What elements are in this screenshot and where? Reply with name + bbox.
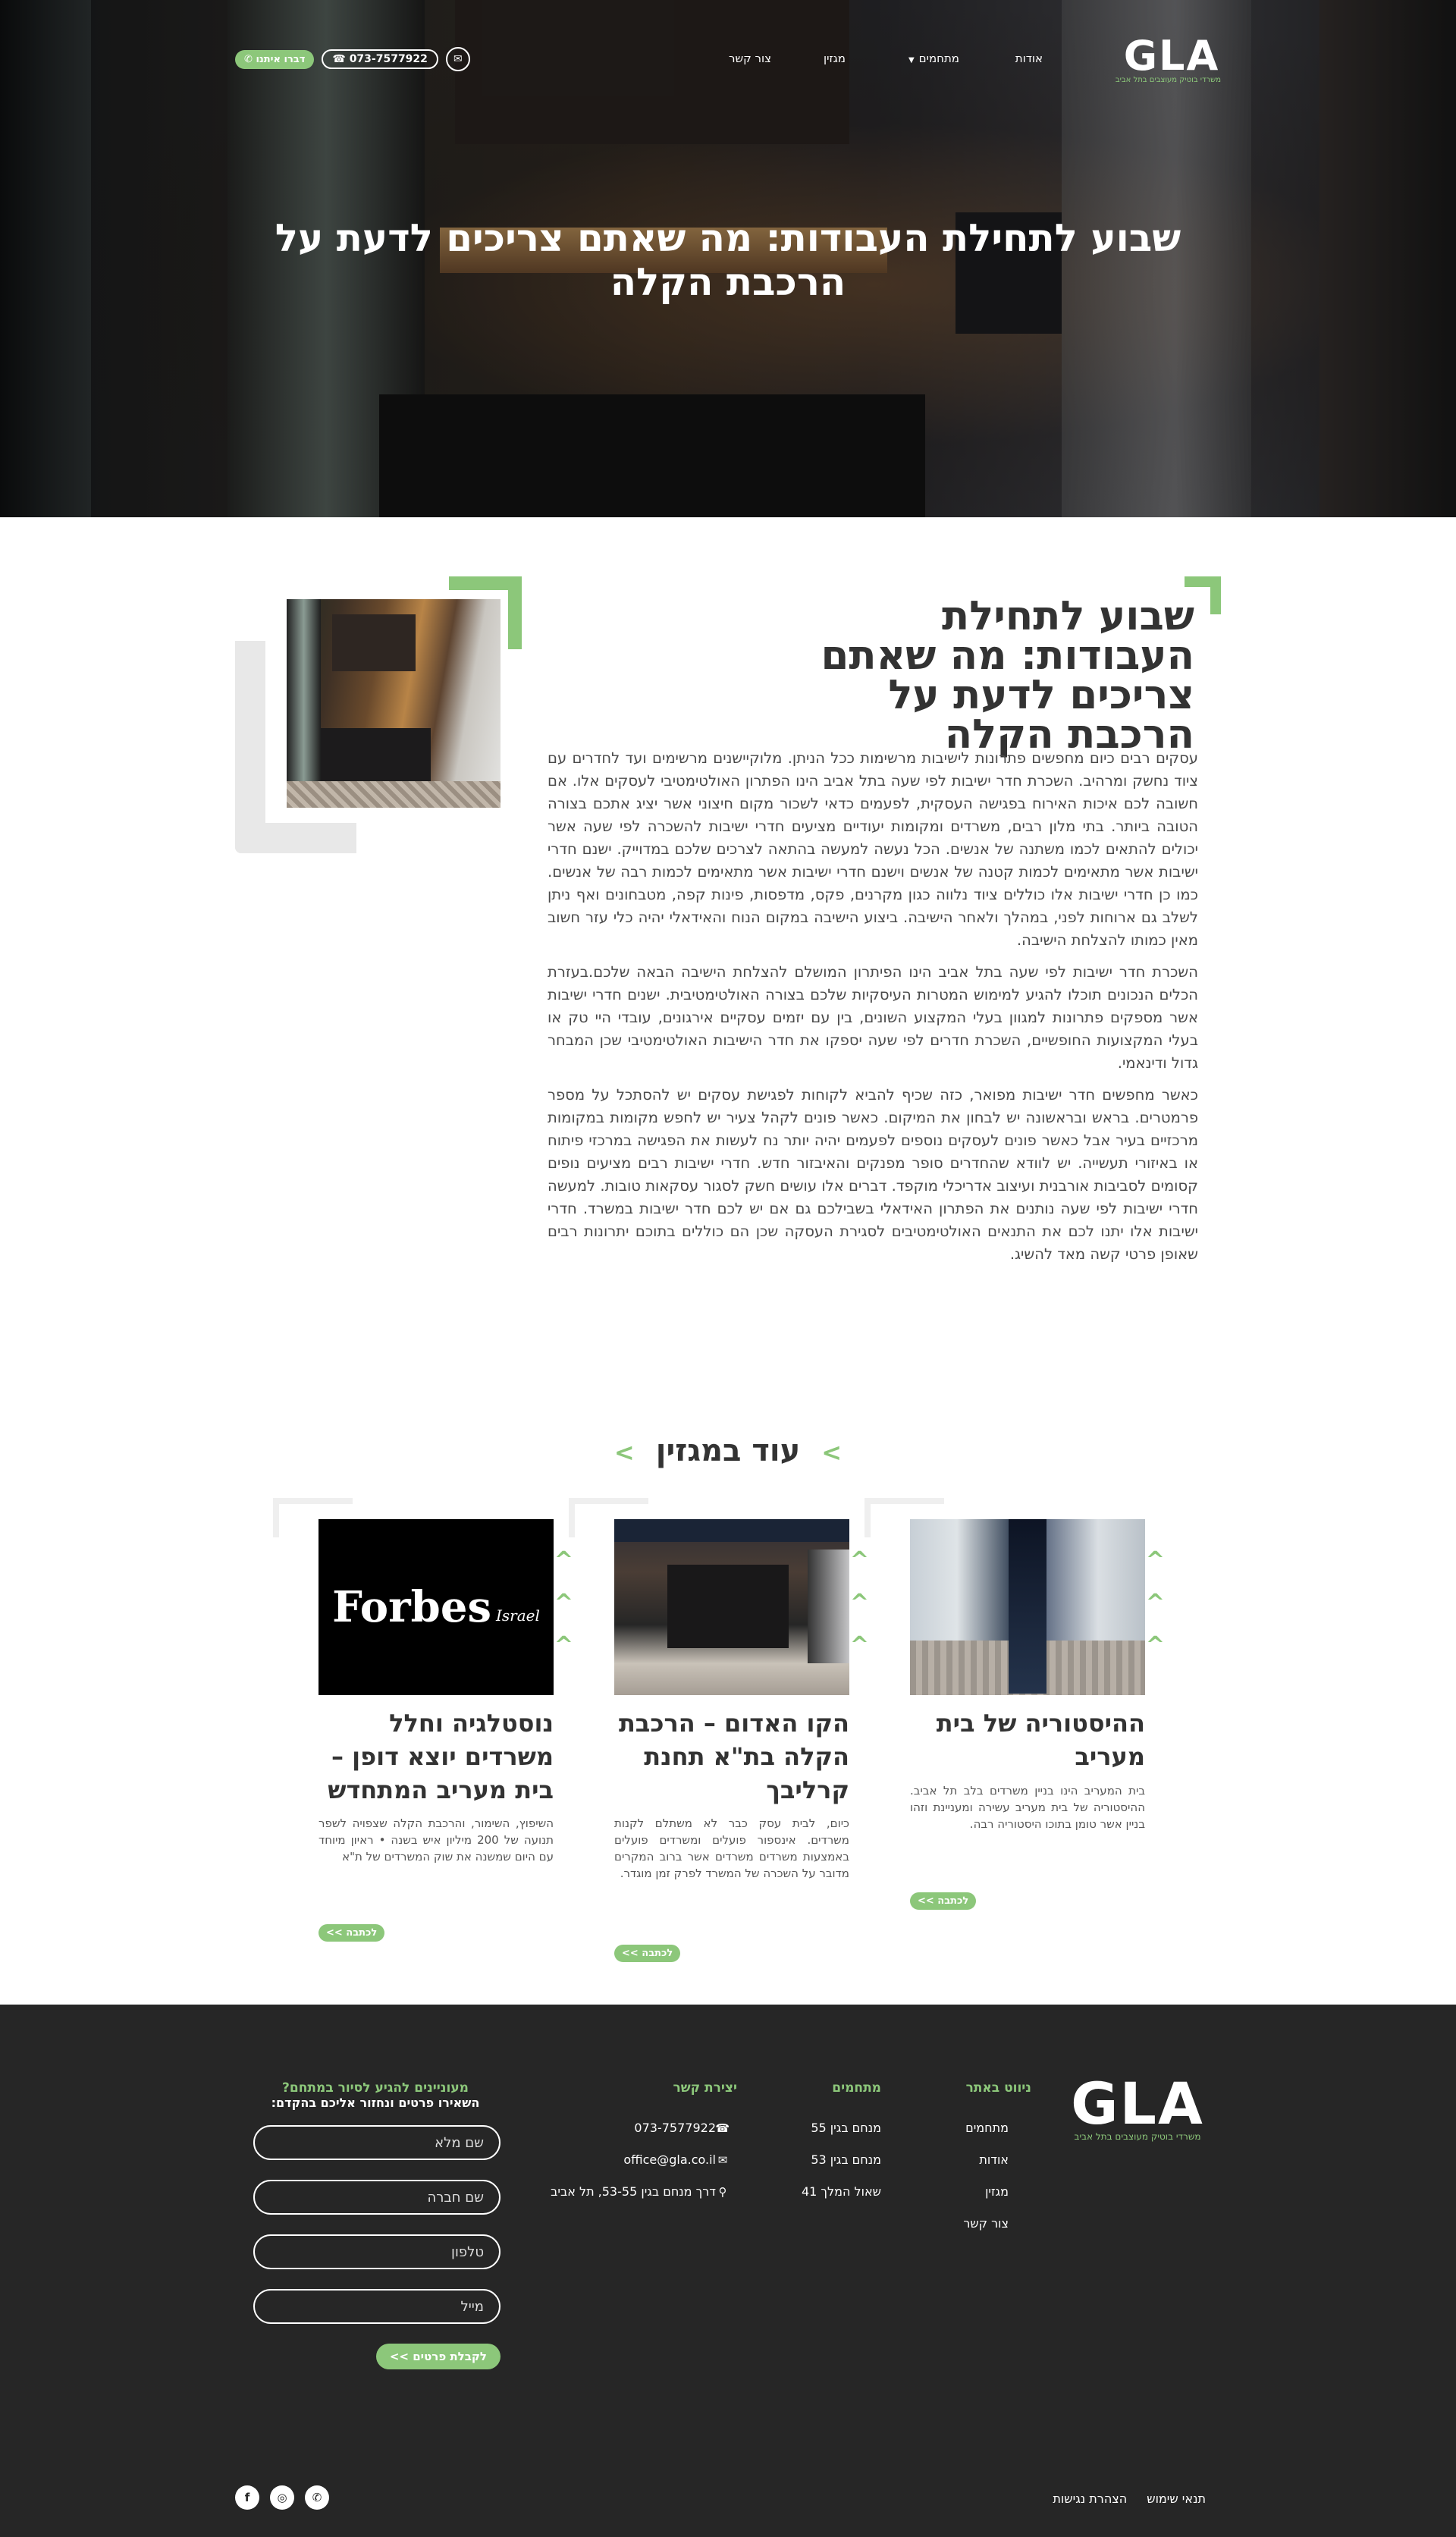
hero: GLA משרדי בוטיק מעוצבים בתל אביב אודות מ… — [0, 0, 1456, 517]
mail-icon: ✉ — [717, 2153, 728, 2167]
footer-nav-title: ניווט באתר — [965, 2080, 1031, 2096]
card-title[interactable]: הקו האדום – הרכבת הקלה בת"א תחנת קרליבך — [614, 1707, 849, 1807]
terms-link[interactable]: תנאי שימוש — [1147, 2491, 1206, 2506]
social-links: f ◎ ✆ — [235, 2485, 329, 2510]
nav-item-venues-label: מתחמים — [918, 52, 959, 65]
footer-address-text: דרך מנחם בגין 53-55, תל אביב — [551, 2184, 716, 2199]
submit-button[interactable]: לקבלת פרטים >> — [375, 2344, 500, 2369]
accessibility-link[interactable]: הצהרת נגישות — [1053, 2491, 1127, 2506]
whatsapp-icon[interactable]: ✆ — [305, 2485, 329, 2510]
footer-contact-title: יצירת קשר — [673, 2080, 737, 2096]
forbes-logo-sub: Israel — [495, 1606, 540, 1625]
phone-button-label: 073-7577922 — [349, 53, 428, 65]
footer-logo-subtitle: משרדי בוטיק מעוצבים בתל אביב — [1074, 2131, 1201, 2142]
card-excerpt: כיום, לבית עסק כבר לא משתלם לקנות משרדים… — [614, 1816, 849, 1880]
company-field[interactable]: שם חברה — [253, 2180, 500, 2215]
footer-contact: יצירת קשר ☎073-7577922 ✉office@gla.co.il… — [551, 2080, 737, 2208]
whatsapp-button[interactable]: ✆ דברו איתנו — [235, 49, 315, 69]
footer-email[interactable]: ✉office@gla.co.il — [551, 2144, 737, 2176]
more-in-magazine-title: > עוד במגזין > — [0, 1433, 1456, 1468]
footer-logo-text: GLA — [1071, 2070, 1204, 2137]
full-name-field[interactable]: שם מלא — [253, 2125, 500, 2160]
decorative-green-corner — [449, 576, 522, 649]
chevron-up-icon: ^ ^ ^ — [1145, 1547, 1165, 1659]
phone-icon: ☎ — [332, 53, 346, 65]
magazine-cards: ^ ^ ^ ההיסטוריה של בית מעריב בית המעריב הי… — [273, 1498, 1168, 1968]
nav-item-contact[interactable]: צור קשר — [729, 52, 771, 65]
phone-icon: ☎ — [715, 2121, 730, 2135]
instagram-icon[interactable]: ◎ — [270, 2485, 294, 2510]
map-pin-icon: ⚲ — [718, 2185, 727, 2199]
footer: GLA משרדי בוטיק מעוצבים בתל אביב ניווט ב… — [0, 2005, 1456, 2537]
phone-field[interactable]: טלפון — [253, 2234, 500, 2269]
article-paragraph: עסקים רבים כיום מחפשים פתרונות לישיבות מ… — [548, 749, 1198, 949]
footer-logo[interactable]: GLA משרדי בוטיק מעוצבים בתל אביב — [1069, 2070, 1206, 2143]
site-logo[interactable]: GLA משרדי בוטיק מעוצבים בתל אביב — [1115, 32, 1221, 85]
top-navigation: GLA משרדי בוטיק מעוצבים בתל אביב אודות מ… — [235, 32, 1221, 85]
article-title: שבוע לתחילת העבודות: מה שאתם צריכים לדעת… — [821, 593, 1194, 758]
chevron-up-icon: ^ ^ ^ — [849, 1547, 869, 1659]
read-more-button[interactable]: לכתבה >> — [910, 1892, 977, 1910]
mail-button[interactable]: ✉ — [445, 47, 470, 71]
read-more-button[interactable]: לכתבה >> — [614, 1945, 681, 1962]
contact-form: מעוניינים להגיע לסיור במתחם? השאירו פרטי… — [250, 2080, 500, 2369]
card-excerpt: השיפוץ, השימור, והרכבת הקלה שצפויה לשפר … — [318, 1816, 554, 1864]
footer-venues-title: מתחמים — [832, 2080, 881, 2096]
form-subtitle: השאירו פרטים ונחזור אליכם בהקדם: — [271, 2096, 480, 2110]
footer-address[interactable]: ⚲דרך מנחם בגין 53-55, תל אביב — [551, 2176, 737, 2208]
article-paragraph: כאשר מחפשים חדר ישיבות מפואר, כזה שכיף ל… — [548, 1086, 1198, 1263]
card-image[interactable] — [614, 1519, 849, 1695]
hero-title: שבוע לתחילת העבודות: מה שאתם צריכים לדעת… — [275, 216, 1181, 304]
footer-nav-item[interactable]: מתחמים — [963, 2112, 1009, 2144]
footer-nav-item[interactable]: צור קשר — [963, 2208, 1009, 2240]
whatsapp-icon: ✆ — [244, 53, 253, 65]
header-actions: ✆ דברו איתנו ☎ 073-7577922 ✉ — [235, 47, 470, 71]
article-paragraph: השכרת חדר ישיבות לפי שעה בתל אביב הינו ה… — [548, 963, 1198, 1072]
footer-phone[interactable]: ☎073-7577922 — [551, 2112, 737, 2144]
logo-subtitle: משרדי בוטיק מעוצבים בתל אביב — [1115, 76, 1221, 84]
footer-nav-item[interactable]: אודות — [963, 2144, 1009, 2176]
chevron-left-icon: > — [613, 1438, 635, 1467]
phone-button[interactable]: ☎ 073-7577922 — [322, 49, 438, 69]
email-field[interactable]: מייל — [253, 2289, 500, 2324]
footer-legal-links: תנאי שימוש הצהרת נגישות — [1053, 2491, 1206, 2506]
more-title-text: עוד במגזין — [655, 1433, 801, 1468]
forbes-logo-text: Forbes — [332, 1582, 491, 1632]
card-excerpt: בית המעריב הינו בניין משרדים בלב תל אביב… — [910, 1784, 1145, 1831]
nav-item-about[interactable]: אודות — [1015, 52, 1043, 65]
footer-nav: ניווט באתר מתחמים אודות מגזין צור קשר — [963, 2080, 1031, 2240]
footer-nav-item[interactable]: מגזין — [963, 2176, 1009, 2208]
nav-item-magazine[interactable]: מגזין — [824, 52, 846, 65]
article-body: עסקים רבים כיום מחפשים פתרונות לישיבות מ… — [548, 747, 1198, 1275]
read-more-button[interactable]: לכתבה >> — [318, 1924, 385, 1942]
whatsapp-button-label: דברו איתנו — [256, 53, 306, 65]
logo-text: GLA — [1123, 32, 1220, 80]
footer-venue-item[interactable]: מנחם בגין 55 — [802, 2112, 881, 2144]
footer-phone-text: 073-7577922 — [634, 2121, 716, 2135]
chevron-left-icon: > — [821, 1438, 843, 1467]
chevron-down-icon: ▼ — [908, 56, 915, 64]
facebook-icon[interactable]: f — [235, 2485, 259, 2510]
card-title[interactable]: ההיסטוריה של בית מעריב — [910, 1707, 1145, 1773]
card-image[interactable] — [910, 1519, 1145, 1695]
card-title[interactable]: נוסטלגיה וחלל משרדים יוצא דופן – בית מער… — [318, 1707, 554, 1807]
nav-item-venues[interactable]: מתחמים▼ — [908, 52, 959, 65]
form-title: מעוניינים להגיע לסיור במתחם? — [282, 2080, 469, 2096]
footer-venue-item[interactable]: שאול המלך 41 — [802, 2176, 881, 2208]
card-image-forbes-logo[interactable]: Forbes Israel — [318, 1519, 554, 1695]
footer-email-text: office@gla.co.il — [623, 2152, 716, 2167]
chevron-up-icon: ^ ^ ^ — [554, 1547, 573, 1659]
footer-venue-item[interactable]: מנחם בגין 53 — [802, 2144, 881, 2176]
footer-venues: מתחמים מנחם בגין 55 מנחם בגין 53 שאול המ… — [802, 2080, 881, 2208]
mail-icon: ✉ — [453, 53, 463, 65]
